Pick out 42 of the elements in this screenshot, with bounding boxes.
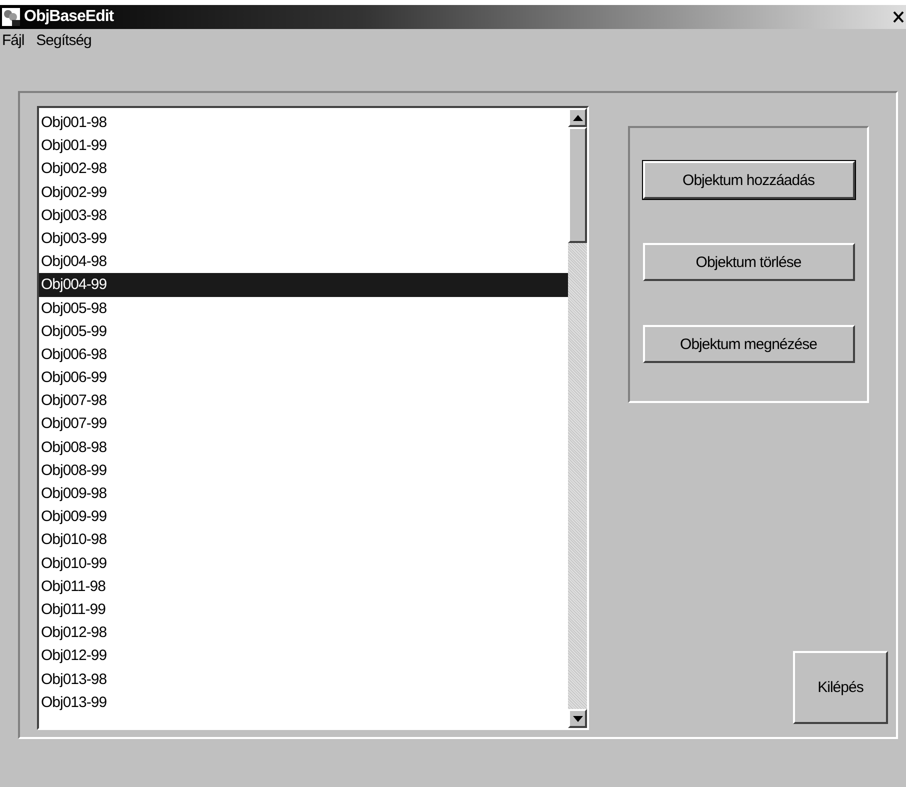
list-item[interactable]: Obj010-98	[39, 528, 568, 552]
list-item[interactable]: Obj006-98	[39, 342, 568, 366]
list-item[interactable]: Obj012-99	[39, 644, 568, 668]
list-item[interactable]: Obj003-98	[39, 204, 568, 227]
scroll-down-button[interactable]	[568, 709, 587, 728]
down-arrow-icon	[572, 716, 582, 722]
action-button[interactable]: Objektum megnézése	[642, 325, 854, 363]
object-list[interactable]	[37, 106, 589, 730]
list-item[interactable]: Obj006-99	[39, 366, 568, 390]
action-button[interactable]: Objektum hozzáadás	[642, 161, 854, 199]
list-item[interactable]: Obj011-99	[39, 598, 568, 622]
list-item[interactable]: Obj013-99	[39, 690, 568, 714]
list-item[interactable]: Obj013-98	[39, 668, 568, 691]
list-item[interactable]: Obj009-99	[39, 505, 568, 528]
list-item[interactable]: Obj011-98	[39, 574, 568, 598]
list-item[interactable]: Obj008-98	[39, 436, 568, 459]
list-item[interactable]: Obj009-98	[39, 482, 568, 506]
list-item[interactable]: Obj005-99	[39, 320, 568, 343]
list-item[interactable]: Obj004-98	[39, 250, 568, 274]
list-item[interactable]: Obj007-98	[39, 389, 568, 412]
list-item[interactable]: Obj012-98	[39, 621, 568, 644]
list-item[interactable]: Obj001-99	[39, 134, 568, 158]
list-item[interactable]: Obj010-99	[39, 552, 568, 575]
scroll-up-button[interactable]	[568, 108, 587, 127]
window-title: ObjBaseEdit	[24, 8, 114, 26]
list-item[interactable]: Obj004-99	[39, 273, 568, 296]
list-item[interactable]: Obj005-98	[39, 296, 568, 320]
close-icon[interactable]	[893, 11, 904, 23]
scrollbar[interactable]	[568, 108, 587, 728]
menu-item[interactable]: Segítség	[36, 32, 92, 48]
exit-button[interactable]: Kilépés	[793, 651, 888, 724]
list-item[interactable]: Obj008-99	[39, 458, 568, 482]
scroll-thumb[interactable]	[568, 127, 587, 243]
list-item[interactable]: Obj003-99	[39, 226, 568, 250]
list-item[interactable]: Obj007-99	[39, 412, 568, 436]
up-arrow-icon	[572, 114, 582, 120]
app-icon	[2, 8, 20, 26]
list-item[interactable]: Obj002-98	[39, 157, 568, 181]
action-button[interactable]: Objektum törlése	[642, 243, 854, 281]
list-item[interactable]: Obj002-99	[39, 180, 568, 204]
menu-item[interactable]: Fájl	[2, 32, 24, 48]
list-item[interactable]: Obj001-98	[39, 111, 568, 134]
